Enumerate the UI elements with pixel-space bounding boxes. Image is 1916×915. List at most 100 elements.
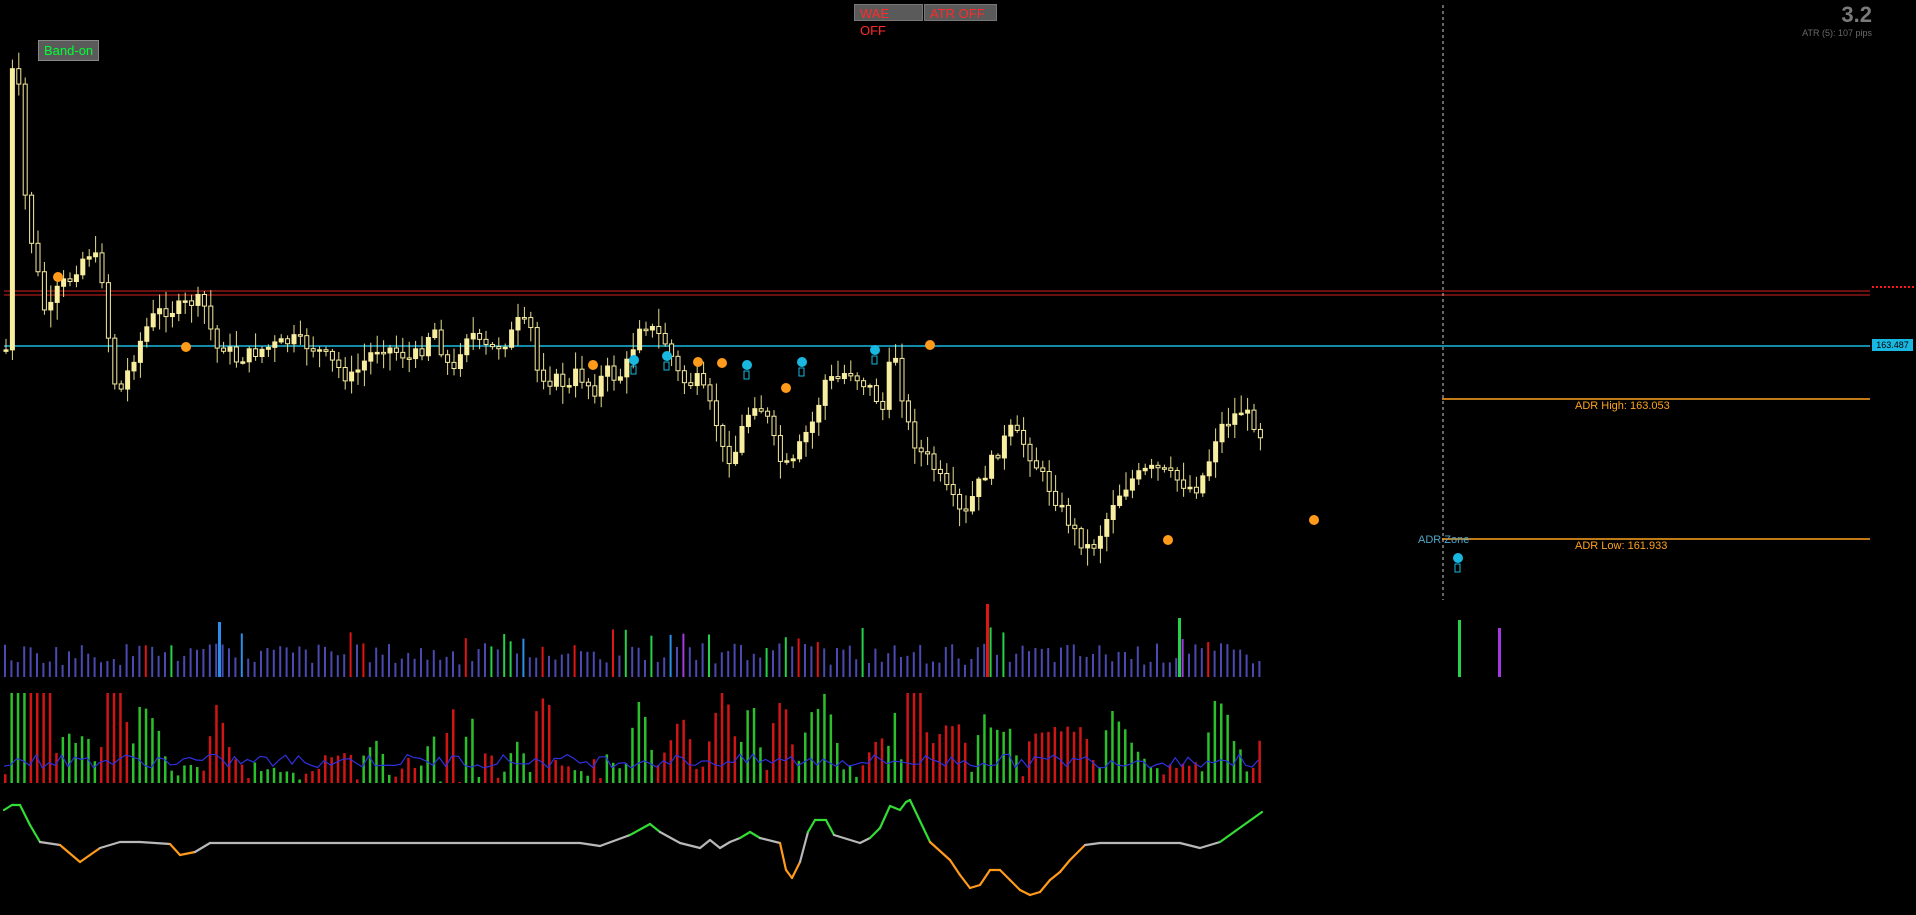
volume-bar [586,651,589,677]
signal-up-marker [742,360,752,370]
signal-up-marker [662,351,672,361]
volume-bar [650,635,653,677]
price-chart[interactable] [0,0,1916,915]
wae-bar [727,704,730,783]
volume-bar [759,657,762,677]
volume-bar [912,652,915,677]
volume-bar [272,649,275,677]
atr-toggle-button[interactable]: ATR OFF [924,4,997,21]
price-panel[interactable] [3,5,1870,600]
wae-bar [196,767,199,783]
volume-bar [215,643,218,677]
wae-bar [36,693,39,783]
volume-bar [356,644,358,677]
wae-bar [624,763,628,783]
volume-bar [61,664,64,677]
wae-bar [957,724,961,783]
volume-bar [234,657,237,677]
oscillator-segment [1058,858,1072,874]
wae-bar [1207,732,1210,783]
candle-body [22,83,28,196]
wae-bar [253,762,257,783]
wae-toggle-button[interactable]: WAE OFF [854,4,923,38]
candle-body [880,400,886,410]
volume-bar [957,658,960,677]
candle-body [1117,495,1123,506]
candle-body [713,400,719,427]
wae-bar [554,760,557,783]
candle-body [1200,475,1206,494]
volume-bar [612,629,614,677]
wae-bar [1200,771,1204,783]
volume-bar [893,645,896,677]
volume-bar [740,645,742,677]
wae-bar [202,770,205,783]
wae-bar [317,768,321,783]
candle-body [1078,528,1084,549]
volume-bar [618,655,621,677]
candle-body [285,338,291,345]
wae-bar [1124,729,1127,783]
candle-body [1110,504,1116,520]
candle-body [310,348,316,352]
wae-bar [791,744,794,783]
candle-body [368,352,374,362]
candle-body [425,337,431,357]
candle-body [758,408,764,412]
volume-bar [484,643,486,677]
volume-bar [1213,650,1216,677]
volume-bar [746,660,749,677]
candle-body [253,348,259,357]
oscillator-segment [1083,841,1102,847]
candle-body [745,414,751,427]
candle-body [233,346,239,363]
volume-bar [164,652,166,677]
oscillator-segment [1048,870,1062,882]
volume-bar [87,653,90,677]
candle-body [1014,424,1020,431]
volume-bar [631,646,634,677]
candle-body [176,300,182,314]
band-toggle-button[interactable]: Band-on [38,40,100,61]
wae-bar [1117,721,1121,783]
volume-bar [644,659,646,677]
volume-bar [874,648,877,677]
volume-bar [260,650,262,677]
candle-body [259,348,265,357]
candle-body [393,347,399,353]
wae-bar [964,742,967,783]
wae-bar [132,743,135,783]
candle-body [489,343,495,348]
candle-body [265,346,271,350]
volume-bar [983,643,986,677]
wae-bar [432,736,436,783]
volume-bar [176,660,179,677]
candle-body [349,371,355,382]
wae-bar [208,736,212,783]
candle-body [99,252,105,284]
candle-body [547,380,553,387]
wae-bar [381,753,385,783]
candle-body [1085,544,1091,549]
candle-body [169,312,175,318]
wae-bar [1111,710,1114,783]
wae-bar [439,781,442,783]
oscillator-segment [1018,888,1032,897]
candle-body [1027,443,1033,462]
oscillator-segment [998,868,1012,882]
volume-bar [944,646,947,677]
candle-body [835,376,841,380]
wae-bar [522,753,525,783]
wae-bar [304,773,308,783]
candle-body [451,361,457,370]
volume-bar [861,627,864,677]
volume-bar [336,655,339,677]
wae-bar [1156,768,1159,783]
candle-body [969,496,975,512]
candle-body [771,415,777,437]
wae-bar [170,770,173,783]
candle-body [733,451,739,465]
candle-body [1245,409,1251,414]
volume-bar [1079,656,1082,677]
volume-bar [567,653,570,677]
